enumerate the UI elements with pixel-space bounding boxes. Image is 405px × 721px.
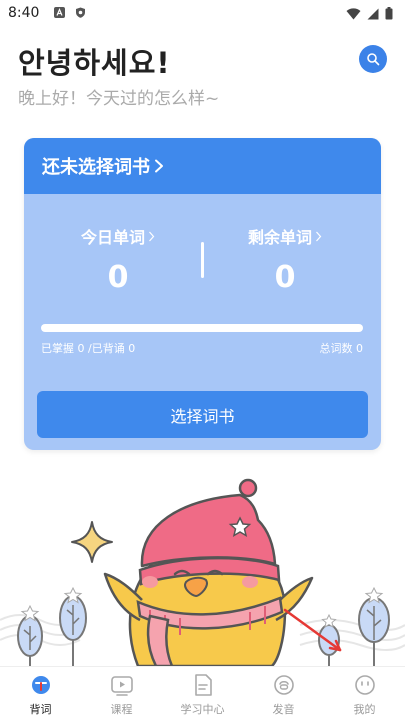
chevron-right-icon — [149, 231, 155, 241]
flashcard-icon — [31, 676, 50, 694]
remaining-words-label: 剩余单词 — [247, 228, 312, 247]
play-icon — [110, 676, 133, 696]
tab-profile-label: 我的 — [353, 703, 376, 716]
tab-pronunciation-label: 发音 — [272, 703, 295, 716]
greeting-subtitle: 晚上好！今天过的怎么样~ — [18, 89, 220, 109]
shield-app-icon — [76, 7, 85, 18]
search-icon — [367, 53, 380, 66]
mastered-recited-text: 已掌握 0 /已背诵 0 — [41, 342, 136, 355]
chevron-right-icon — [155, 159, 163, 173]
select-wordbook-header[interactable]: 还未选择词书 — [24, 138, 381, 194]
tab-pronunciation[interactable]: 发音 — [243, 667, 324, 721]
today-words-label: 今日单词 — [80, 228, 145, 247]
status-icons — [346, 7, 393, 20]
wifi-icon — [346, 7, 361, 19]
today-words-value: 0 — [107, 260, 129, 295]
stat-divider — [201, 242, 204, 278]
total-words-text: 总词数 0 — [319, 342, 364, 355]
search-button[interactable] — [359, 45, 387, 73]
tab-profile[interactable]: 我的 — [324, 667, 405, 721]
signal-icon — [367, 8, 379, 19]
tab-memorize-label: 背词 — [29, 703, 52, 716]
profile-icon — [354, 675, 375, 695]
a-app-icon — [54, 7, 65, 18]
tab-memorize[interactable]: 背词 — [0, 667, 81, 721]
battery-icon — [385, 7, 393, 20]
tab-study-center[interactable]: 学习中心 — [162, 667, 243, 721]
remaining-words-value: 0 — [274, 260, 296, 295]
card-title: 还未选择词书 — [42, 157, 150, 178]
tab-courses[interactable]: 课程 — [81, 667, 162, 721]
mascot-illustration — [0, 478, 405, 666]
select-wordbook-button[interactable]: 选择词书 — [37, 391, 368, 438]
today-words-stat[interactable]: 今日单词 0 — [48, 224, 188, 295]
status-bar: 8:40 — [0, 0, 405, 28]
document-icon — [194, 674, 212, 696]
tab-courses-label: 课程 — [110, 703, 133, 716]
wordbook-card: 还未选择词书 今日单词 0 剩余单词 0 已掌握 0 /已背诵 0 总词数 0 … — [24, 138, 381, 450]
bottom-tab-bar: 背词 课程 学习中心 发音 我的 — [0, 666, 405, 721]
greeting-title: 안녕하세요! — [18, 46, 171, 80]
status-time: 8:40 — [8, 5, 40, 21]
remaining-words-stat[interactable]: 剩余单词 0 — [215, 224, 355, 295]
progress-bar — [41, 324, 363, 332]
tab-study-center-label: 学习中心 — [180, 703, 225, 716]
chevron-right-icon — [316, 231, 322, 241]
speech-icon — [273, 675, 294, 695]
